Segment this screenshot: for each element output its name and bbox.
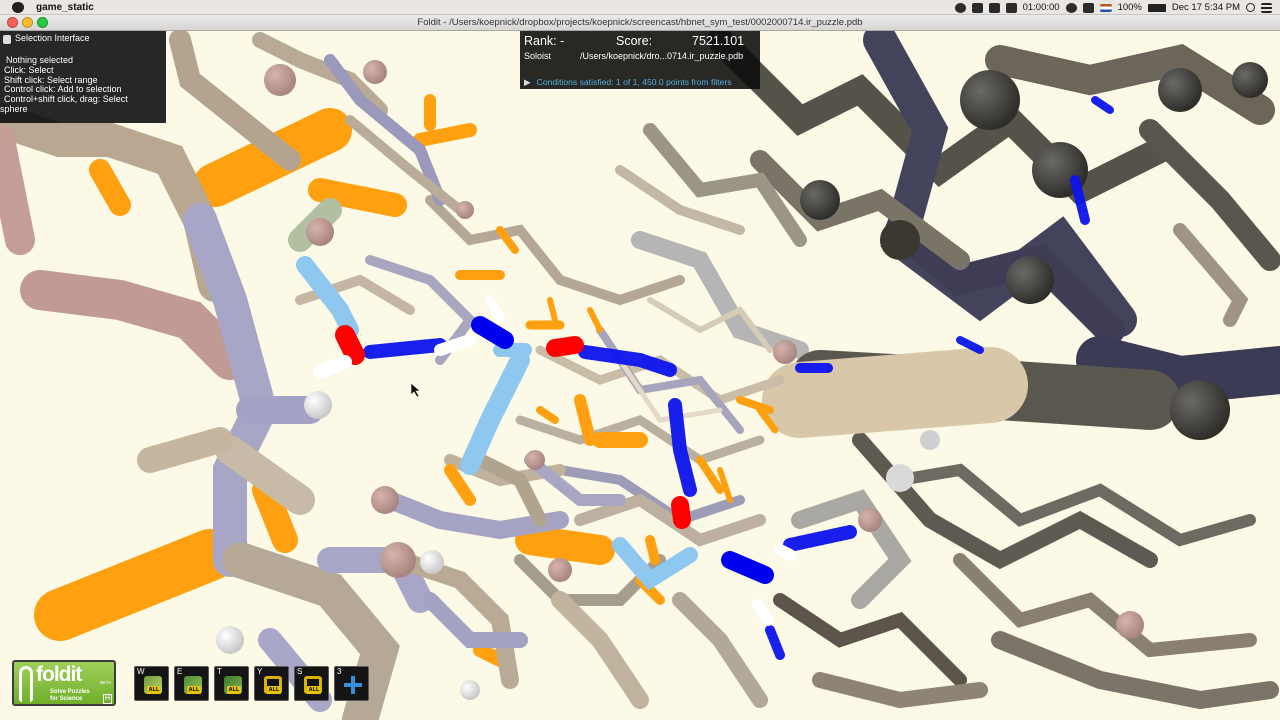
puzzle-file: /Users/koepnick/dro...0714.ir_puzzle.pdb — [580, 51, 744, 61]
all-badge: ALL — [187, 686, 201, 694]
hotkey-label: S — [297, 667, 303, 676]
selection-interface-panel: Selection Interface Nothing selected Cli… — [0, 31, 166, 123]
camera-icon[interactable] — [971, 2, 983, 13]
logo-brand: foldit — [36, 663, 82, 686]
wifi-icon[interactable] — [1065, 2, 1077, 13]
all-badge: ALL — [307, 686, 321, 694]
shake-all-button[interactable]: E ALL — [174, 666, 209, 701]
selection-panel-title: Selection Interface — [15, 33, 90, 44]
clock[interactable]: Dec 17 5:34 PM — [1172, 2, 1240, 13]
rank-label: Rank: - — [524, 34, 565, 48]
action-toolbar: W ALL E ALL T ALL Y ALL S ALL 3 — [134, 666, 369, 702]
logo-tagline-1: Solve Puzzles — [50, 689, 90, 695]
expand-triangle-icon[interactable]: ▶ — [524, 77, 531, 87]
score-label: Score: — [616, 34, 653, 48]
score-value: 7521.101 — [692, 34, 745, 48]
battery-status-icon[interactable] — [1005, 2, 1017, 13]
macos-menubar: game_static 01:00:00 100% Dec 17 5:34 PM — [0, 0, 1280, 15]
lock-all-button[interactable]: Y ALL — [254, 666, 289, 701]
battery-icon[interactable] — [1147, 3, 1166, 12]
player-mode: Soloist — [524, 51, 552, 61]
move-arrows-icon — [344, 676, 362, 694]
all-badge: ALL — [147, 686, 161, 694]
logo-tagline-2: for Science — [50, 696, 83, 702]
hotkey-label: T — [217, 667, 222, 676]
move-view-button[interactable]: 3 — [334, 666, 369, 701]
protein-3d-view[interactable] — [0, 31, 1280, 720]
logo-hotkey: H — [103, 694, 113, 704]
hotkey-label: 3 — [337, 667, 342, 676]
timer-readout[interactable]: 01:00:00 — [1023, 2, 1060, 13]
app-menu-name[interactable]: game_static — [36, 2, 94, 13]
record-icon[interactable] — [954, 2, 966, 13]
wiggle-all-button[interactable]: W ALL — [134, 666, 169, 701]
tweak-all-button[interactable]: T ALL — [214, 666, 249, 701]
unlock-all-button[interactable]: S ALL — [294, 666, 329, 701]
selection-panel-header[interactable]: Selection Interface — [3, 33, 90, 45]
conditions-toggle[interactable]: ▶ Conditions satisfied: 1 of 1, 450.0 poi… — [524, 77, 732, 88]
help-line-wrap: sphere — [0, 103, 28, 114]
menubar-status-area: 01:00:00 100% Dec 17 5:34 PM — [954, 0, 1272, 15]
hotkey-label: W — [137, 667, 145, 676]
logo-beta: BETA — [100, 680, 112, 685]
list-icon[interactable] — [1261, 2, 1272, 13]
flag-icon[interactable] — [1099, 3, 1112, 12]
battery-percent: 100% — [1117, 2, 1142, 13]
foldit-logo[interactable]: foldit BETA Solve Puzzles for Science H — [12, 660, 116, 706]
apple-logo-icon[interactable] — [12, 1, 24, 13]
dropbox-icon[interactable] — [988, 2, 1000, 13]
volume-icon[interactable] — [1082, 2, 1094, 13]
window-titlebar: Foldit - /Users/koepnick/dropbox/project… — [0, 15, 1280, 31]
conditions-text: Conditions satisfied: 1 of 1, 450.0 poin… — [536, 77, 732, 87]
ribbon-icon — [19, 666, 33, 702]
hotkey-label: Y — [257, 667, 263, 676]
help-line-control-shift: Control+shift click, drag: Select — [4, 94, 128, 105]
all-badge: ALL — [267, 686, 281, 694]
search-icon[interactable] — [1246, 3, 1255, 12]
score-panel: Rank: - Score: 7521.101 Soloist /Users/k… — [520, 31, 760, 89]
hotkey-label: E — [177, 667, 183, 676]
all-badge: ALL — [227, 686, 241, 694]
foldit-game-window: game_static 01:00:00 100% Dec 17 5:34 PM… — [0, 0, 1280, 720]
pin-icon[interactable] — [3, 34, 11, 44]
window-title: Foldit - /Users/koepnick/dropbox/project… — [417, 17, 863, 28]
selection-help-text: Nothing selected Click: Select Shift cli… — [0, 55, 164, 115]
